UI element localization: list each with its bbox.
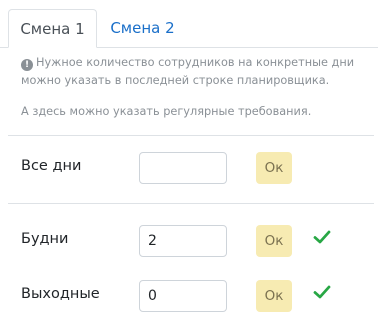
weekends-input[interactable] <box>139 280 227 312</box>
regular-requirements-hint: А здесь можно указать регулярные требова… <box>21 105 312 118</box>
hint-message: Нужное количество сотрудников на конкрет… <box>21 56 355 87</box>
check-icon <box>313 230 331 244</box>
divider <box>8 135 374 136</box>
tab-shift-2[interactable]: Смена 2 <box>100 9 185 48</box>
divider <box>8 203 374 204</box>
shift-tabs: Смена 1 Смена 2 <box>0 0 378 48</box>
weekends-ok-button[interactable]: Ок <box>256 280 292 312</box>
info-icon: ! <box>21 59 33 71</box>
all-days-ok-button[interactable]: Ок <box>256 152 292 184</box>
check-icon <box>313 285 331 299</box>
all-days-label: Все дни <box>21 158 82 174</box>
weekends-label: Выходные <box>21 286 100 302</box>
all-days-input[interactable] <box>139 152 227 184</box>
weekdays-label: Будни <box>21 231 69 247</box>
weekdays-ok-button[interactable]: Ок <box>256 225 292 257</box>
weekdays-input[interactable] <box>139 225 227 257</box>
tab-shift-1[interactable]: Смена 1 <box>8 9 97 48</box>
hint-text: ! Нужное количество сотрудников на конкре… <box>21 54 373 90</box>
